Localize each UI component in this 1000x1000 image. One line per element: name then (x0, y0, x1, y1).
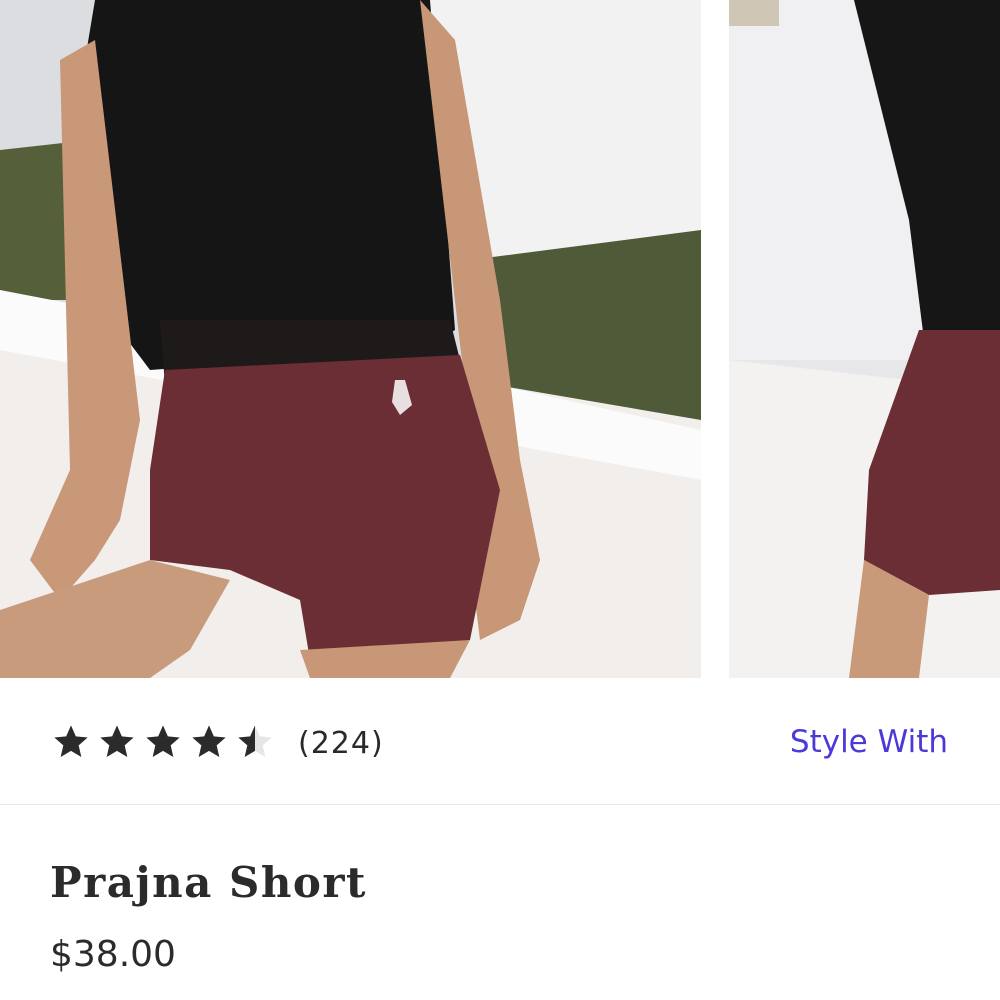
star-rating[interactable] (48, 722, 278, 762)
star-half-icon (238, 725, 272, 757)
star-full-icon (146, 725, 180, 757)
product-photo-side[interactable] (729, 0, 1000, 678)
star-full-icon (100, 725, 134, 757)
product-name: Prajna Short (50, 858, 367, 907)
product-photo-side-image (729, 0, 1000, 678)
star-full-icon (54, 725, 88, 757)
style-with-link[interactable]: Style With (790, 724, 948, 760)
product-image-gallery[interactable] (0, 0, 1000, 678)
product-price: $38.00 (50, 934, 176, 975)
product-photo-front[interactable] (0, 0, 701, 678)
review-count[interactable]: (224) (298, 726, 384, 761)
star-full-icon (192, 725, 226, 757)
product-photo-front-image (0, 0, 701, 678)
